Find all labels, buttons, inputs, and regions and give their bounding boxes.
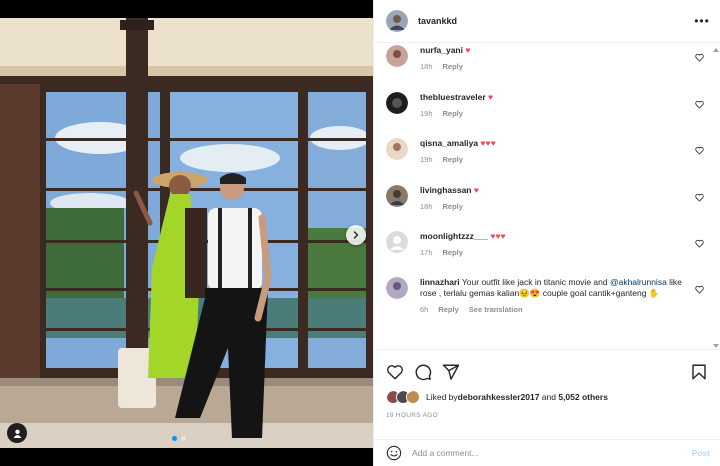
carousel-next-button[interactable] bbox=[346, 225, 366, 245]
likes-middle: and bbox=[539, 392, 559, 402]
comment-like-heart-icon[interactable] bbox=[695, 285, 704, 294]
comments-list[interactable]: nurfa_yani ♥ 18h Reply thebluestraveler ♥… bbox=[374, 43, 720, 349]
comment-like-heart-icon[interactable] bbox=[695, 146, 704, 155]
comment-item: qisna_amaliya ♥♥♥ 19h Reply bbox=[386, 138, 708, 164]
add-comment-input[interactable] bbox=[412, 448, 692, 458]
author-avatar[interactable] bbox=[386, 10, 408, 32]
comment-username[interactable]: livinghassan bbox=[420, 185, 472, 195]
comment-time[interactable]: 19h bbox=[420, 109, 433, 118]
liker-username[interactable]: deborahkessler2017 bbox=[458, 392, 540, 402]
comment-item: moonlightzzz___ ♥♥♥ 17h Reply bbox=[386, 231, 708, 257]
comment-avatar[interactable] bbox=[386, 138, 408, 160]
heart-icon[interactable] bbox=[386, 363, 404, 381]
comment-avatar[interactable] bbox=[386, 277, 408, 299]
comment-username[interactable]: nurfa_yani bbox=[420, 45, 463, 55]
likes-prefix: Liked by bbox=[426, 392, 458, 402]
comment-time[interactable]: 19h bbox=[420, 155, 433, 164]
comment-item: livinghassan ♥ 18h Reply bbox=[386, 185, 708, 211]
comment-text: Your outfit like jack in titanic movie a… bbox=[461, 277, 608, 287]
scroll-up-arrow-icon[interactable] bbox=[713, 48, 719, 52]
comment-like-heart-icon[interactable] bbox=[695, 239, 704, 248]
comment-avatar[interactable] bbox=[386, 45, 408, 67]
comment-icon[interactable] bbox=[414, 363, 432, 381]
carousel-dot-active bbox=[172, 436, 177, 441]
comment-avatar[interactable] bbox=[386, 92, 408, 114]
post-photo-area bbox=[0, 0, 373, 466]
tagged-users-button[interactable] bbox=[7, 423, 27, 443]
chevron-right-icon bbox=[353, 231, 359, 239]
user-tag-icon bbox=[13, 429, 21, 438]
mention-link[interactable]: @akhalrunnisa bbox=[610, 277, 667, 287]
post-photo[interactable] bbox=[0, 18, 373, 448]
post-actions: Liked by deborahkessler2017 and 5,052 ot… bbox=[374, 349, 720, 440]
comment-like-heart-icon[interactable] bbox=[695, 53, 704, 62]
comment-text: ♥ bbox=[465, 45, 471, 55]
likes-summary[interactable]: Liked by deborahkessler2017 and 5,052 ot… bbox=[374, 384, 720, 404]
comment-username[interactable]: qisna_amaliya bbox=[420, 138, 478, 148]
comment-avatar[interactable] bbox=[386, 231, 408, 253]
carousel-indicator bbox=[172, 436, 186, 441]
post-comment-button[interactable]: Post bbox=[692, 448, 710, 458]
comment-item: linnazhari Your outfit like jack in tita… bbox=[386, 277, 708, 314]
comment-username[interactable]: linnazhari bbox=[420, 277, 460, 287]
reply-button[interactable]: Reply bbox=[438, 305, 458, 314]
comment-username[interactable]: moonlightzzz___ bbox=[420, 231, 488, 241]
comment-avatar[interactable] bbox=[386, 185, 408, 207]
reply-button[interactable]: Reply bbox=[443, 202, 463, 211]
more-options-button[interactable]: ••• bbox=[694, 14, 710, 28]
comment-item: thebluestraveler ♥ 19h Reply bbox=[386, 92, 708, 118]
add-comment-bar: Post bbox=[374, 439, 720, 466]
couple-photo-scene bbox=[0, 18, 373, 448]
liker-avatars bbox=[386, 390, 420, 404]
comment-time[interactable]: 17h bbox=[420, 248, 433, 257]
see-translation-button[interactable]: See translation bbox=[469, 305, 523, 314]
carousel-dot bbox=[181, 436, 186, 441]
scroll-down-arrow-icon[interactable] bbox=[713, 344, 719, 348]
reply-button[interactable]: Reply bbox=[443, 109, 463, 118]
comment-text: ♥ bbox=[488, 92, 494, 102]
reply-button[interactable]: Reply bbox=[443, 155, 463, 164]
comment-text: ♥ bbox=[473, 185, 479, 195]
post-details-panel: tavankkd ••• nurfa_yani ♥ 18h Reply thebl… bbox=[373, 0, 720, 466]
comment-item: nurfa_yani ♥ 18h Reply bbox=[386, 45, 708, 71]
more-icon: ••• bbox=[694, 14, 710, 28]
share-icon[interactable] bbox=[442, 363, 460, 381]
reply-button[interactable]: Reply bbox=[443, 248, 463, 257]
comment-text: ♥♥♥ bbox=[490, 231, 506, 241]
comment-like-heart-icon[interactable] bbox=[695, 193, 704, 202]
author-username[interactable]: tavankkd bbox=[418, 16, 694, 26]
emoji-icon[interactable] bbox=[386, 445, 402, 461]
post-header: tavankkd ••• bbox=[374, 0, 720, 43]
comment-time[interactable]: 6h bbox=[420, 305, 428, 314]
comment-time[interactable]: 18h bbox=[420, 62, 433, 71]
comment-text: ♥♥♥ bbox=[480, 138, 496, 148]
post-modal: tavankkd ••• nurfa_yani ♥ 18h Reply thebl… bbox=[0, 0, 720, 466]
post-date[interactable]: 19 HOURS AGO bbox=[374, 404, 720, 419]
comment-username[interactable]: thebluestraveler bbox=[420, 92, 486, 102]
likes-count[interactable]: 5,052 others bbox=[558, 392, 608, 402]
comments-scrollbar[interactable] bbox=[713, 48, 719, 348]
bookmark-icon[interactable] bbox=[690, 363, 708, 381]
reply-button[interactable]: Reply bbox=[443, 62, 463, 71]
comment-time[interactable]: 18h bbox=[420, 202, 433, 211]
comment-like-heart-icon[interactable] bbox=[695, 100, 704, 109]
